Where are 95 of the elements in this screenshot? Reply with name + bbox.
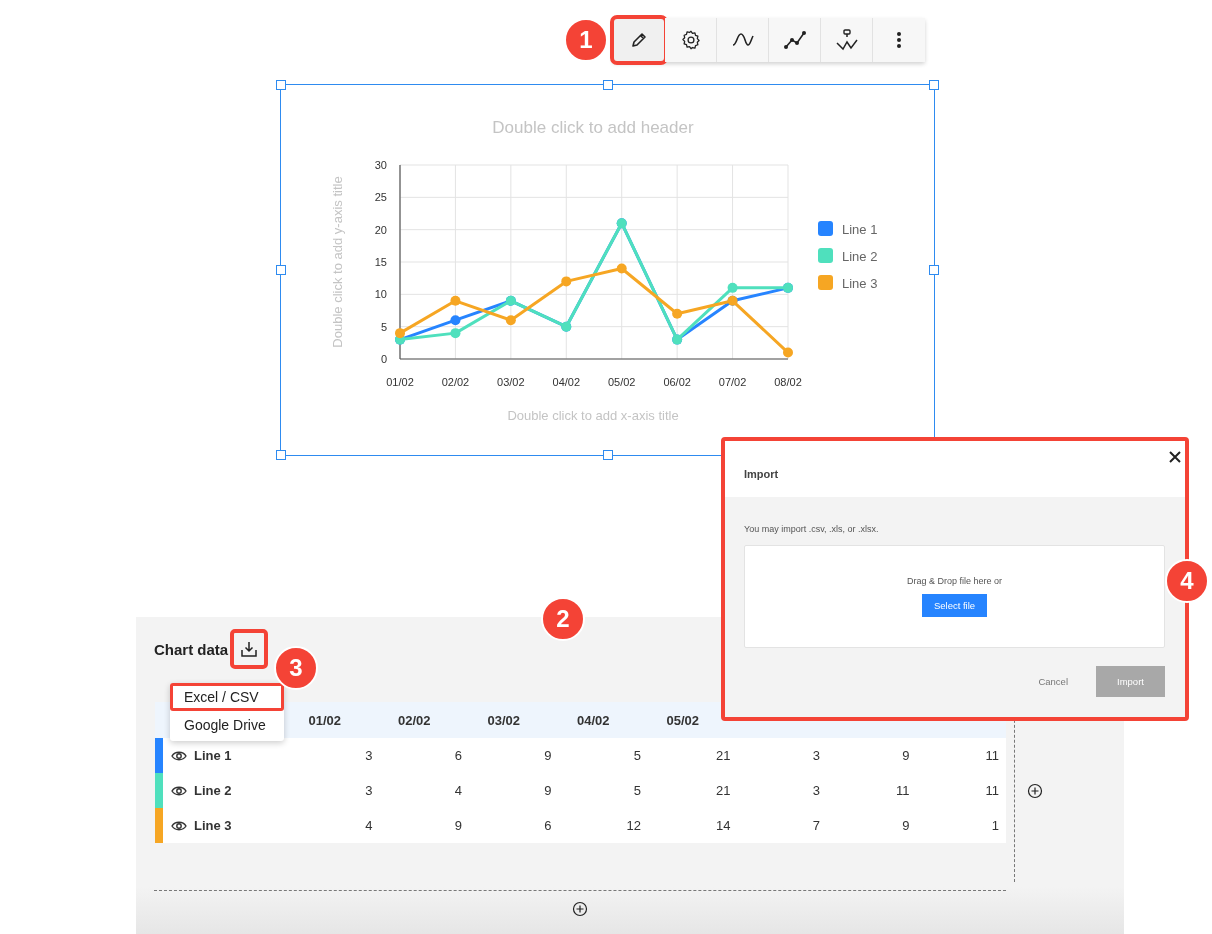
cancel-button[interactable]: Cancel <box>1032 675 1074 688</box>
point <box>561 276 572 287</box>
value-cell[interactable]: 6 <box>469 818 559 833</box>
value-cell[interactable]: 12 <box>558 818 648 833</box>
point <box>395 328 405 339</box>
y-tick-label: 20 <box>374 223 387 236</box>
series-name-cell[interactable]: Line 1 <box>194 748 232 763</box>
series-name-cell[interactable]: Line 2 <box>194 783 232 798</box>
select-file-button[interactable]: Select file <box>921 594 988 617</box>
dialog-title: Import <box>744 468 779 480</box>
resize-handle[interactable] <box>602 80 613 90</box>
import-button[interactable] <box>230 629 269 669</box>
value-cell[interactable]: 21 <box>648 783 738 798</box>
more-icon <box>896 30 902 50</box>
value-cell[interactable]: 11 <box>916 748 1006 763</box>
series-name-cell[interactable]: Line 3 <box>194 818 232 833</box>
value-cell[interactable]: 11 <box>827 783 917 798</box>
drop-zone-text: Drag & Drop file here or <box>906 576 1002 586</box>
point <box>727 282 738 293</box>
dialog-hint: You may import .csv, .xls, or .xlsx. <box>744 524 880 534</box>
value-cell[interactable]: 5 <box>558 783 648 798</box>
x-tick-label: 03/02 <box>497 376 525 388</box>
marker-line-button[interactable] <box>821 18 873 62</box>
y-tick-label: 10 <box>374 288 387 301</box>
close-icon[interactable] <box>1169 451 1181 463</box>
point <box>672 308 683 319</box>
marker-line-icon <box>834 28 859 52</box>
column-header: 02/02 <box>396 712 432 728</box>
value-cell[interactable]: 5 <box>558 748 648 763</box>
value-cell[interactable]: 4 <box>379 783 469 798</box>
x-tick-label: 04/02 <box>552 376 581 388</box>
x-tick-label: 05/02 <box>607 376 636 388</box>
resize-handle[interactable] <box>276 450 286 460</box>
x-tick-label: 07/02 <box>718 376 747 388</box>
x-tick-label: 02/02 <box>441 376 470 388</box>
legend-label: Line 3 <box>842 276 878 291</box>
value-cell[interactable]: 4 <box>290 818 380 833</box>
x-tick-label: 06/02 <box>663 376 691 388</box>
settings-button[interactable] <box>665 18 717 62</box>
value-cell[interactable]: 9 <box>827 818 917 833</box>
menu-item[interactable]: Excel / CSV <box>170 683 284 711</box>
value-cell[interactable]: 21 <box>648 748 738 763</box>
download-icon <box>239 639 260 659</box>
value-cell[interactable]: 1 <box>916 818 1006 833</box>
column-header: 04/02 <box>575 712 611 728</box>
visibility-icon[interactable] <box>171 819 187 832</box>
point <box>450 328 461 339</box>
resize-handle[interactable] <box>929 80 939 90</box>
value-cell[interactable]: 3 <box>737 748 827 763</box>
point <box>505 315 516 326</box>
value-cell[interactable]: 9 <box>469 748 559 763</box>
drop-zone[interactable]: Drag & Drop file here or Select file <box>744 545 1165 648</box>
value-cell[interactable]: 14 <box>648 818 738 833</box>
point <box>450 315 461 326</box>
value-cell[interactable]: 3 <box>737 783 827 798</box>
point <box>450 295 461 306</box>
y-tick-label: 5 <box>380 320 387 333</box>
line-chart-icon <box>782 29 807 51</box>
resize-handle[interactable] <box>602 450 613 460</box>
settings-icon <box>679 29 702 51</box>
add-row-icon[interactable] <box>572 901 588 917</box>
value-cell[interactable]: 11 <box>916 783 1006 798</box>
column-header: 01/02 <box>307 712 342 728</box>
y-tick-label: 0 <box>380 353 387 365</box>
value-cell[interactable]: 3 <box>290 783 380 798</box>
resize-handle[interactable] <box>276 265 286 275</box>
value-cell[interactable]: 9 <box>827 748 917 763</box>
column-header: 05/02 <box>665 712 700 728</box>
x-tick-label: 08/02 <box>774 376 802 388</box>
step-number-badge: 2 <box>541 597 585 641</box>
edit-button[interactable] <box>613 18 665 62</box>
legend-label: Line 1 <box>842 222 878 237</box>
legend-label: Line 2 <box>842 249 878 264</box>
y-tick-label: 30 <box>374 159 387 171</box>
y-tick-label: 15 <box>374 256 387 268</box>
column-header: 03/02 <box>486 712 521 728</box>
resize-handle[interactable] <box>276 80 286 90</box>
y-tick-label: 25 <box>374 191 387 204</box>
point <box>616 263 627 274</box>
value-cell[interactable]: 3 <box>290 748 380 763</box>
value-cell[interactable]: 9 <box>469 783 559 798</box>
line-points-button[interactable] <box>769 18 821 62</box>
point <box>783 347 793 358</box>
menu-item[interactable]: Google Drive <box>170 711 284 739</box>
curve-button[interactable] <box>717 18 769 62</box>
value-cell[interactable]: 6 <box>379 748 469 763</box>
value-cell[interactable]: 7 <box>737 818 827 833</box>
step-number-badge: 1 <box>564 18 608 62</box>
add-column-icon[interactable] <box>1027 783 1043 799</box>
x-tick-label: 01/02 <box>386 376 414 388</box>
value-cell[interactable]: 9 <box>379 818 469 833</box>
panel-title: Chart data <box>154 640 229 658</box>
visibility-icon[interactable] <box>171 749 187 762</box>
resize-handle[interactable] <box>929 265 939 275</box>
visibility-icon[interactable] <box>171 784 187 797</box>
